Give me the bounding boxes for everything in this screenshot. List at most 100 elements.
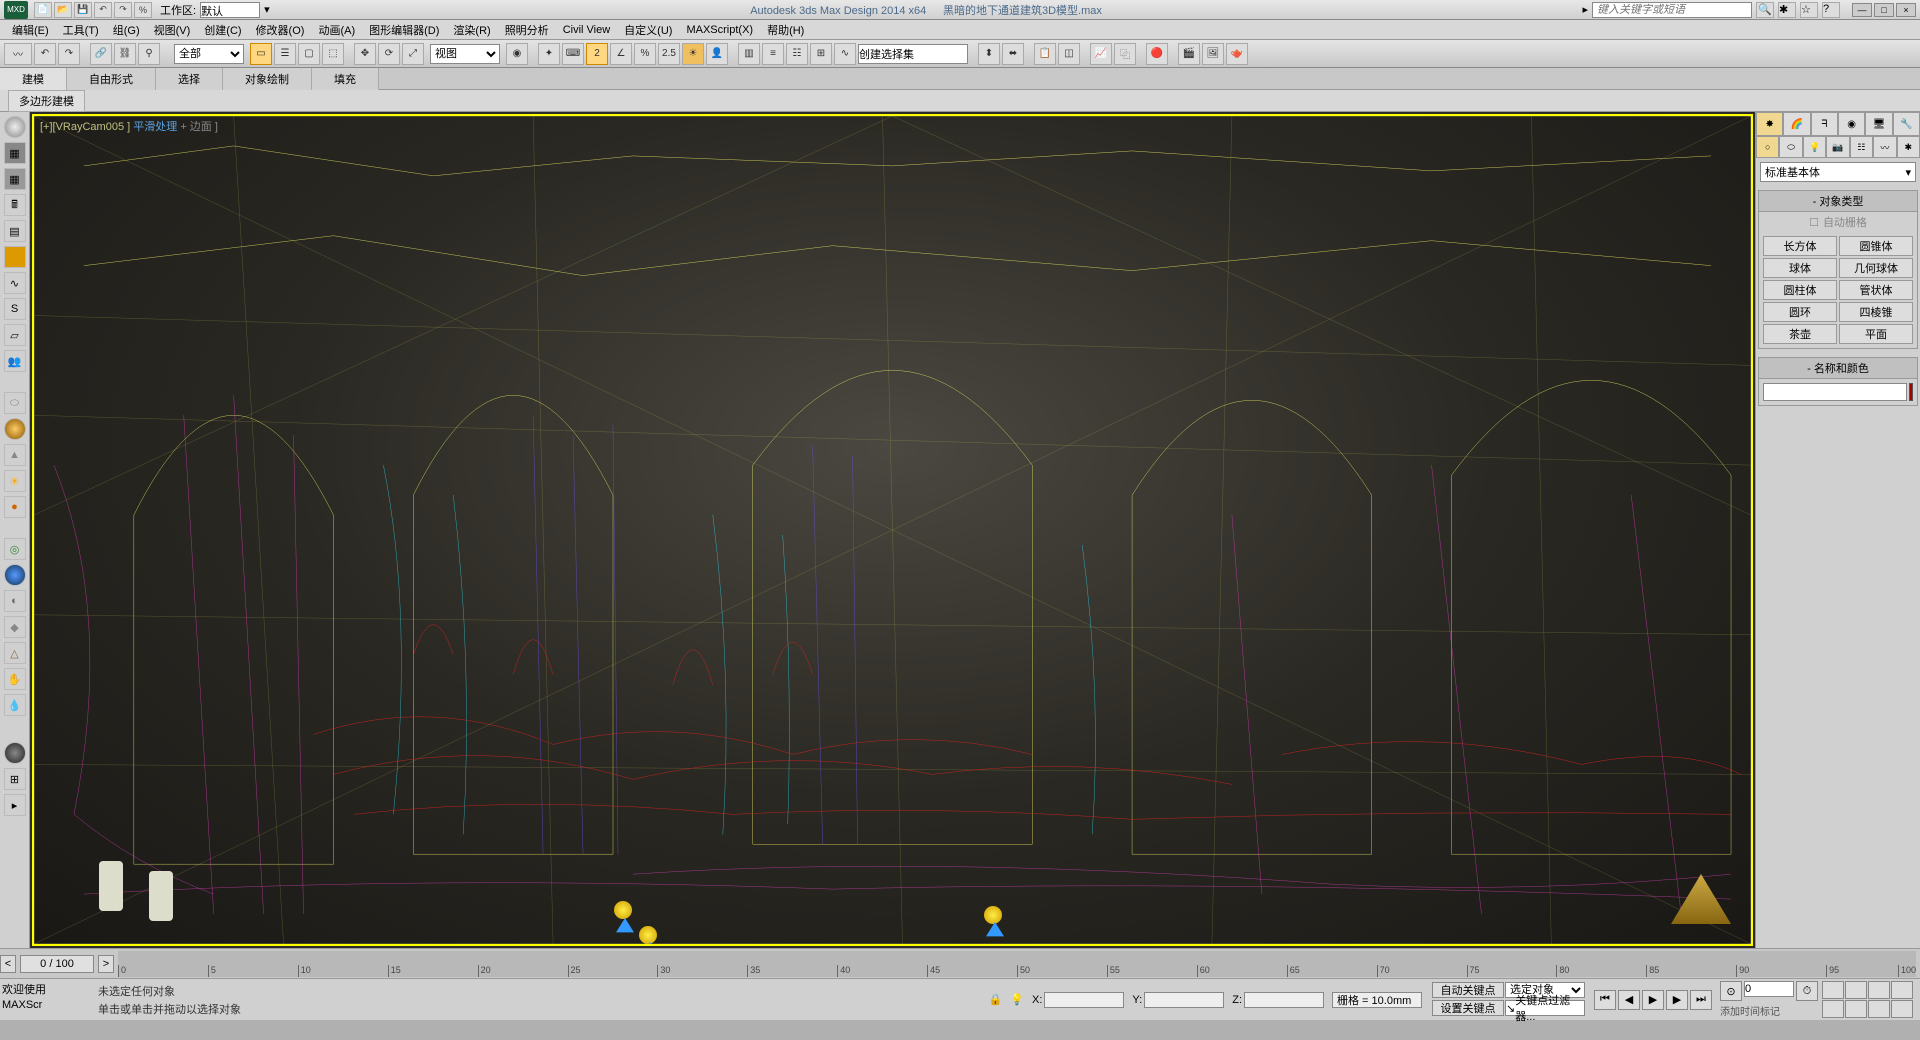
window-icon[interactable]: ⊞ [4, 768, 26, 790]
next-key-button[interactable]: > [98, 955, 114, 973]
maximize-button[interactable]: □ [1874, 3, 1894, 17]
menu-animation[interactable]: 动画(A) [312, 20, 361, 40]
object-name-input[interactable] [1763, 383, 1907, 401]
redo-icon[interactable]: ↷ [114, 2, 132, 18]
ribbon-toggle-icon[interactable]: ⊞ [810, 43, 832, 65]
key-mode-icon[interactable]: ⊙ [1720, 981, 1742, 1001]
next-frame-icon[interactable]: ▶ [1666, 990, 1688, 1010]
orbit-icon[interactable] [1868, 1000, 1890, 1018]
menu-views[interactable]: 视图(V) [148, 20, 197, 40]
manipulate-icon[interactable]: ✦ [538, 43, 560, 65]
cone-button[interactable]: 圆锥体 [1839, 236, 1913, 256]
pan-icon[interactable] [1845, 1000, 1867, 1018]
autogrid-checkbox[interactable]: ☐ 自动栅格 [1759, 212, 1917, 232]
geometry-icon[interactable]: ○ [1756, 136, 1779, 158]
y-input[interactable] [1144, 992, 1224, 1008]
favorite-icon[interactable]: ☆ [1800, 2, 1818, 18]
named-sel-icon[interactable]: 👤 [706, 43, 728, 65]
grid-icon[interactable]: ▦ [4, 168, 26, 190]
prev-frame-icon[interactable]: ◀ [1618, 990, 1640, 1010]
goto-start-icon[interactable]: ⏮ [1594, 990, 1616, 1010]
menu-edit[interactable]: 编辑(E) [6, 20, 55, 40]
diamond-icon[interactable]: ◆ [4, 616, 26, 638]
align-icon[interactable]: ≡ [762, 43, 784, 65]
exchange-icon[interactable]: ✱ [1778, 2, 1796, 18]
mirror-icon[interactable]: ▥ [738, 43, 760, 65]
tube-button[interactable]: 管状体 [1839, 280, 1913, 300]
hierarchy-tab-icon[interactable]: ᖷ [1811, 112, 1838, 136]
minimize-button[interactable]: — [1852, 3, 1872, 17]
percent-snap-icon[interactable]: % [634, 43, 656, 65]
auto-key-button[interactable]: 自动关键点 [1432, 982, 1504, 998]
app-icon[interactable]: MXD [4, 1, 28, 19]
chevron-icon[interactable]: ▸ [1582, 3, 1588, 16]
play-icon[interactable]: ▶ [1642, 990, 1664, 1010]
time-config-icon[interactable]: ⏱ [1796, 981, 1818, 1001]
s-icon[interactable]: S [4, 298, 26, 320]
modify-tab-icon[interactable]: 🌈 [1783, 112, 1810, 136]
open-icon[interactable]: 📂 [54, 2, 72, 18]
cylinder-icon[interactable]: ⬭ [4, 392, 26, 414]
rect-region-icon[interactable]: ▢ [298, 43, 320, 65]
viewport-shading-label[interactable]: 平滑处理 [133, 121, 177, 133]
named-selection-set[interactable] [858, 44, 968, 64]
render-icon[interactable]: 🫖 [1226, 43, 1248, 65]
yellow-icon[interactable] [4, 246, 26, 268]
glove-icon[interactable]: ✋ [4, 668, 26, 690]
link-icon[interactable]: % [134, 2, 152, 18]
display-tab-icon[interactable]: 🖥 [1865, 112, 1892, 136]
z-input[interactable] [1244, 992, 1324, 1008]
spinner-snap-icon[interactable]: 2.5 [658, 43, 680, 65]
set-key-button[interactable]: 设置关键点 [1432, 1000, 1504, 1016]
dark-sphere-icon[interactable] [4, 742, 26, 764]
align-tool-icon[interactable]: ⬌ [1002, 43, 1024, 65]
scale-icon[interactable]: ⤢ [402, 43, 424, 65]
ref-coord-system[interactable]: 视图 [430, 44, 500, 64]
geosphere-button[interactable]: 几何球体 [1839, 258, 1913, 278]
rollout-header[interactable]: - 名称和颜色 [1759, 358, 1917, 379]
layer-manager-icon[interactable]: 📋 [1034, 43, 1056, 65]
current-frame-input[interactable] [1744, 981, 1794, 997]
render-frame-icon[interactable]: 🖼 [1202, 43, 1224, 65]
tab-selection[interactable]: 选择 [156, 68, 223, 90]
box-button[interactable]: 长方体 [1763, 236, 1837, 256]
viewport[interactable]: [+][VRayCam005 ] 平滑处理 + 边面 ] [32, 114, 1753, 946]
search-input[interactable] [1592, 2, 1752, 18]
wave-icon[interactable]: 〰 [4, 43, 32, 65]
systems-icon[interactable]: ✱ [1897, 136, 1920, 158]
pyramid-button[interactable]: 四棱锥 [1839, 302, 1913, 322]
tab-modeling[interactable]: 建模 [0, 68, 67, 90]
zoom-extents-all-icon[interactable] [1891, 981, 1913, 999]
zoom-icon[interactable] [1822, 981, 1844, 999]
menu-civil-view[interactable]: Civil View [557, 22, 616, 38]
cone-icon[interactable]: ▲ [4, 444, 26, 466]
tube-icon[interactable]: ◐ [4, 590, 26, 612]
people-icon[interactable]: 👥 [4, 350, 26, 372]
new-icon[interactable]: 📄 [34, 2, 52, 18]
undo-icon[interactable]: ↶ [34, 43, 56, 65]
menu-customize[interactable]: 自定义(U) [618, 20, 678, 40]
layer-icon[interactable]: ☷ [786, 43, 808, 65]
prism-icon[interactable]: △ [4, 642, 26, 664]
light-gizmo-icon[interactable] [614, 901, 632, 919]
time-slider[interactable]: 0 / 100 [20, 955, 94, 973]
move-icon[interactable]: ✥ [354, 43, 376, 65]
goto-end-icon[interactable]: ⏭ [1690, 990, 1712, 1010]
category-dropdown[interactable]: 标准基本体 ▾ [1760, 162, 1916, 182]
select-by-name-icon[interactable]: ☰ [274, 43, 296, 65]
material-editor-icon[interactable]: 🔴 [1146, 43, 1168, 65]
dot-icon[interactable]: ● [4, 496, 26, 518]
menu-create[interactable]: 创建(C) [198, 20, 247, 40]
light-gizmo-icon[interactable] [984, 906, 1002, 924]
tab-populate[interactable]: 填充 [312, 68, 379, 90]
window-crossing-icon[interactable]: ⬚ [322, 43, 344, 65]
workspace-dropdown[interactable]: 默认 [200, 2, 260, 18]
maximize-viewport-icon[interactable] [1891, 1000, 1913, 1018]
viewport-label[interactable]: [+][VRayCam005 ] 平滑处理 + 边面 ] [40, 118, 218, 134]
teapot-button[interactable]: 茶壶 [1763, 324, 1837, 344]
menu-maxscript[interactable]: MAXScript(X) [680, 22, 759, 38]
utilities-tab-icon[interactable]: 🔧 [1893, 112, 1920, 136]
render-setup-icon[interactable]: 🎬 [1178, 43, 1200, 65]
curve-icon[interactable]: ∿ [4, 272, 26, 294]
sphere-button[interactable]: 球体 [1763, 258, 1837, 278]
